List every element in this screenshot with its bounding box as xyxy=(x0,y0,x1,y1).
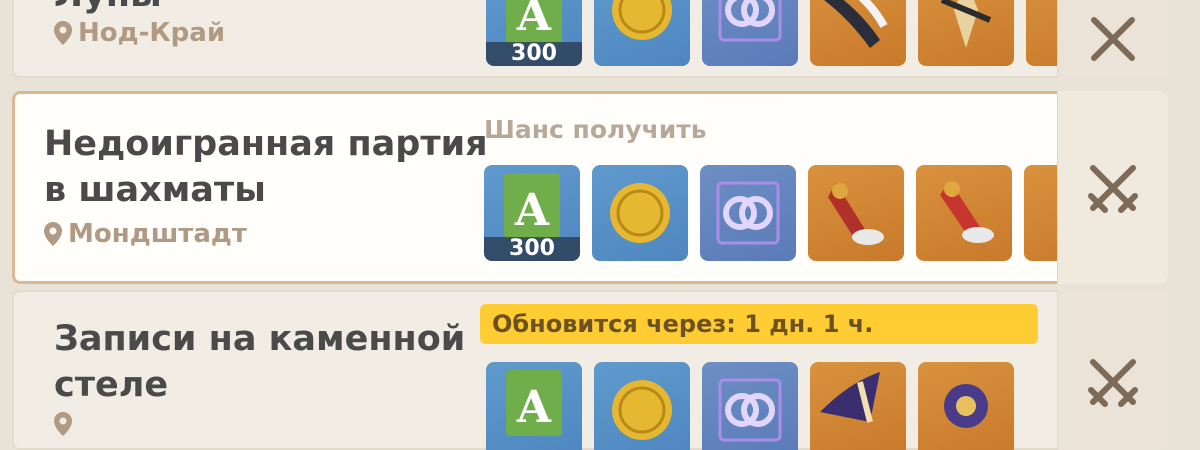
adventure-exp-icon[interactable]: A 300 xyxy=(484,165,580,261)
domain-region xyxy=(54,412,78,436)
domain-title: Записи на каменной стеле xyxy=(54,319,466,405)
artifact-icon[interactable] xyxy=(810,0,906,66)
adventure-exp-icon[interactable]: A 300 xyxy=(486,0,582,66)
companionship-exp-icon[interactable] xyxy=(702,362,798,450)
svg-text:A: A xyxy=(516,0,552,41)
domain-enter-panel[interactable] xyxy=(1057,290,1168,450)
domain-title: Недоигранная партия в шахматы xyxy=(44,124,488,210)
crossed-swords-icon xyxy=(1088,164,1138,213)
crossed-swords-icon xyxy=(1091,17,1135,61)
companionship-exp-icon[interactable] xyxy=(700,165,796,261)
domain-enter-panel[interactable] xyxy=(1057,91,1168,284)
reward-count: 300 xyxy=(486,42,582,66)
svg-text:A: A xyxy=(514,185,550,236)
location-pin-icon xyxy=(44,222,62,246)
mora-icon[interactable] xyxy=(594,0,690,66)
svg-text:A: A xyxy=(516,382,552,433)
region-name: Мондштадт xyxy=(68,219,247,249)
domain-title: Луны xyxy=(54,0,162,18)
artifact-icon[interactable] xyxy=(918,362,1014,450)
domain-card-chess[interactable]: Недоигранная партия в шахматы Мондштадт … xyxy=(12,91,1168,284)
artifact-icon[interactable] xyxy=(1026,0,1058,66)
companionship-exp-icon[interactable] xyxy=(702,0,798,66)
refresh-timer-banner: Обновится через: 1 дн. 1 ч. xyxy=(480,304,1038,344)
location-pin-icon xyxy=(54,412,72,436)
artifact-icon[interactable] xyxy=(810,362,906,450)
domain-card-stele[interactable]: Записи на каменной стеле Обновится через… xyxy=(12,290,1168,450)
mora-icon[interactable] xyxy=(592,165,688,261)
artifact-icon[interactable] xyxy=(916,165,1012,261)
artifact-icon[interactable] xyxy=(808,165,904,261)
crossed-swords-icon xyxy=(1088,359,1138,407)
domain-card-luny[interactable]: Луны Нод-Край A 300 xyxy=(12,0,1168,78)
domain-region: Нод-Край xyxy=(54,18,225,48)
artifact-icon[interactable] xyxy=(1024,165,1058,261)
artifact-icon[interactable] xyxy=(918,0,1014,66)
domain-enter-panel[interactable] xyxy=(1057,0,1168,78)
reward-count: 300 xyxy=(484,237,580,261)
drop-chance-label: Шанс получить xyxy=(484,115,707,144)
region-name: Нод-Край xyxy=(78,18,226,48)
location-pin-icon xyxy=(54,21,72,45)
mora-icon[interactable] xyxy=(594,362,690,450)
domain-region: Мондштадт xyxy=(44,219,247,249)
adventure-exp-icon[interactable]: A xyxy=(486,362,582,450)
